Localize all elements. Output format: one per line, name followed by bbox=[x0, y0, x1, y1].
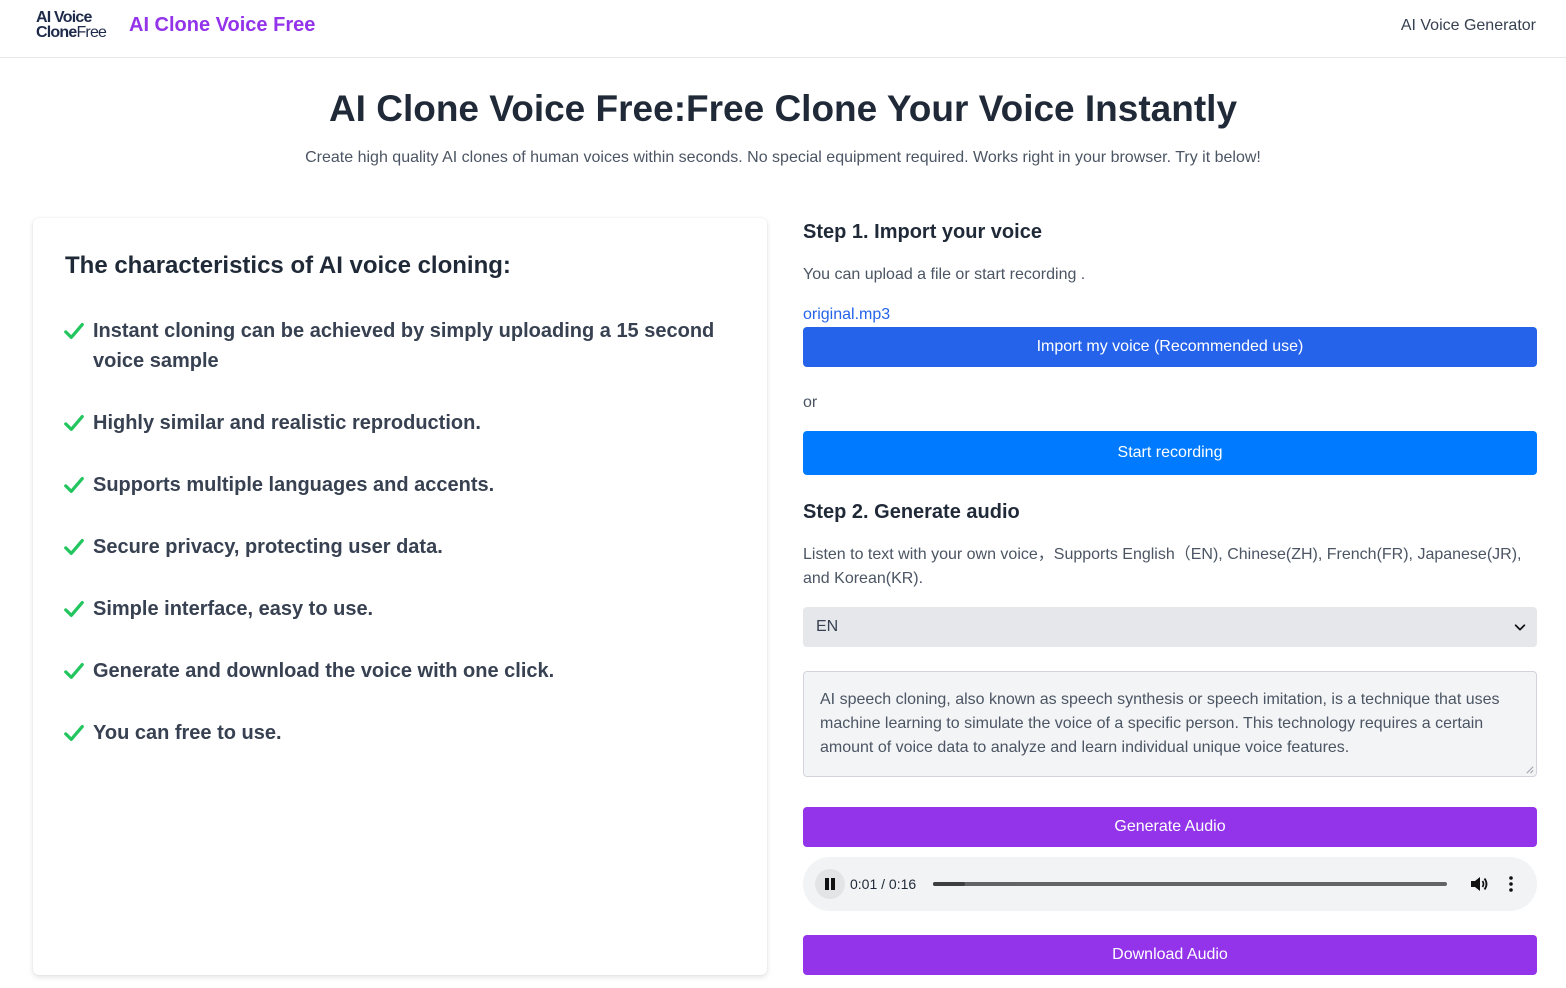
feature-item: Secure privacy, protecting user data. bbox=[63, 532, 743, 562]
step2-description: Listen to text with your own voice，Suppo… bbox=[803, 546, 1522, 587]
audio-progress-fill bbox=[933, 882, 966, 886]
logo-clone-text: Clone bbox=[36, 24, 77, 41]
feature-item: Instant cloning can be achieved by simpl… bbox=[63, 316, 743, 376]
top-navbar: AI Voice CloneFree AI Clone Voice Free A… bbox=[0, 0, 1566, 58]
generate-audio-button[interactable]: Generate Audio bbox=[803, 807, 1537, 847]
text-input-area[interactable]: AI speech cloning, also known as speech … bbox=[803, 671, 1537, 777]
features-heading: The characteristics of AI voice cloning: bbox=[65, 252, 511, 279]
feature-text: Supports multiple languages and accents. bbox=[93, 474, 495, 496]
pause-bar-right bbox=[831, 878, 835, 890]
resize-grip-icon[interactable] bbox=[1525, 765, 1534, 774]
language-selected-value: EN bbox=[816, 618, 839, 635]
or-label: or bbox=[803, 394, 818, 411]
step1-title: Step 1. Import your voice bbox=[803, 221, 1042, 243]
audio-progress-bar[interactable] bbox=[933, 882, 1447, 886]
feature-item: Simple interface, easy to use. bbox=[63, 594, 743, 624]
feature-text: Instant cloning can be achieved by simpl… bbox=[93, 320, 715, 372]
check-icon bbox=[64, 600, 84, 618]
chevron-down-icon bbox=[1514, 624, 1526, 631]
audio-time-display: 0:01 / 0:16 bbox=[850, 876, 917, 892]
start-recording-button[interactable]: Start recording bbox=[803, 431, 1537, 475]
more-options-icon[interactable] bbox=[1505, 875, 1517, 893]
step1-description: You can upload a file or start recording… bbox=[803, 266, 1086, 283]
text-input-content: AI speech cloning, also known as speech … bbox=[820, 691, 1500, 756]
feature-text: Secure privacy, protecting user data. bbox=[93, 536, 443, 558]
feature-item: Highly similar and realistic reproductio… bbox=[63, 408, 743, 438]
import-voice-button[interactable]: Import my voice (Recommended use) bbox=[803, 327, 1537, 367]
page-title: AI Clone Voice Free:Free Clone Your Voic… bbox=[328, 88, 1238, 129]
logo-free-text: Free bbox=[76, 24, 107, 41]
download-audio-button[interactable]: Download Audio bbox=[803, 935, 1537, 975]
uploaded-file-link[interactable]: original.mp3 bbox=[803, 306, 890, 324]
check-icon bbox=[64, 538, 84, 556]
check-icon bbox=[64, 662, 84, 680]
features-card: The characteristics of AI voice cloning:… bbox=[33, 218, 767, 975]
nav-ai-voice-generator[interactable]: AI Voice Generator bbox=[1401, 17, 1536, 35]
pause-bar-left bbox=[825, 878, 829, 890]
feature-item: Supports multiple languages and accents. bbox=[63, 470, 743, 500]
volume-icon[interactable] bbox=[1469, 875, 1489, 893]
check-icon bbox=[64, 476, 84, 494]
site-logo[interactable]: AI Voice CloneFree bbox=[36, 10, 116, 41]
check-icon bbox=[64, 322, 84, 340]
logo-line-2: CloneFree bbox=[36, 24, 116, 41]
feature-text: You can free to use. bbox=[93, 722, 282, 744]
feature-item: You can free to use. bbox=[63, 718, 743, 748]
step2-title: Step 2. Generate audio bbox=[803, 501, 1020, 523]
brand-link[interactable]: AI Clone Voice Free bbox=[129, 14, 315, 37]
page-subtitle: Create high quality AI clones of human v… bbox=[305, 149, 1261, 166]
feature-text: Simple interface, easy to use. bbox=[93, 598, 374, 620]
feature-item: Generate and download the voice with one… bbox=[63, 656, 743, 686]
language-select[interactable]: EN bbox=[803, 607, 1537, 647]
audio-player: 0:01 / 0:16 bbox=[803, 857, 1537, 911]
feature-text: Highly similar and realistic reproductio… bbox=[93, 412, 481, 434]
check-icon bbox=[64, 724, 84, 742]
check-icon bbox=[64, 414, 84, 432]
pause-icon[interactable] bbox=[815, 869, 845, 899]
feature-text: Generate and download the voice with one… bbox=[93, 660, 555, 682]
